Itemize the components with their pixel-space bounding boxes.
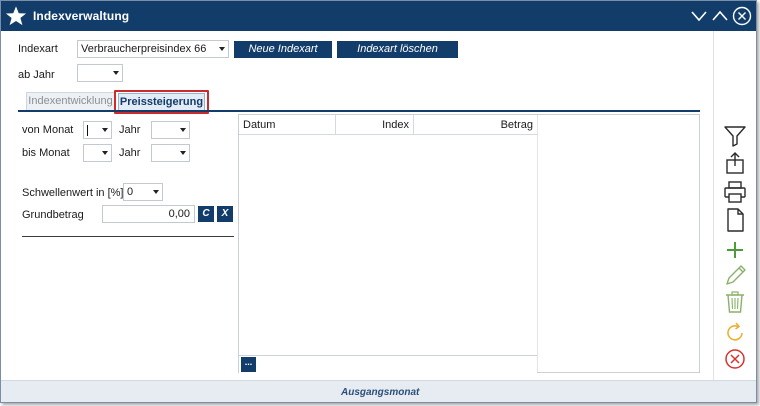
text-cursor (87, 124, 88, 136)
main-content: Indexart Verbraucherpreisindex 66 Neue I… (1, 31, 713, 402)
grid-more-button[interactable]: ... (241, 357, 256, 372)
cancel-icon[interactable] (722, 346, 748, 372)
indexart-select[interactable]: Verbraucherpreisindex 66 (77, 40, 229, 58)
grundbetrag-input[interactable]: 0,00 (102, 205, 195, 223)
data-grid[interactable]: Datum Index Betrag ... (238, 114, 700, 373)
chevron-down-icon[interactable] (689, 6, 709, 26)
caret-down-icon (153, 190, 159, 194)
footer-label: Ausgangsmonat (341, 387, 420, 398)
bis-jahr-label: Jahr (119, 147, 141, 159)
window-title: Indexverwaltung (33, 9, 130, 23)
delete-icon[interactable] (722, 289, 748, 315)
caret-down-icon (102, 151, 108, 155)
caret-down-icon (219, 47, 225, 51)
close-window-icon[interactable] (732, 6, 752, 26)
bis-jahr-select[interactable] (151, 144, 190, 162)
von-jahr-label: Jahr (119, 124, 141, 136)
grid-col-betrag[interactable]: Betrag (414, 115, 537, 135)
tab-divider (18, 110, 700, 112)
caret-down-icon (113, 71, 119, 75)
bis-monat-select[interactable] (83, 144, 112, 162)
von-monat-label: von Monat (22, 124, 74, 136)
new-index-type-button[interactable]: Neue Indexart (234, 41, 332, 58)
grundbetrag-label: Grundbetrag (22, 209, 84, 221)
grid-col-index[interactable]: Index (336, 115, 414, 135)
tab-indexentwicklung[interactable]: Indexentwicklung (26, 92, 115, 111)
add-icon[interactable] (722, 237, 748, 263)
left-panel-divider (22, 236, 234, 237)
print-icon[interactable] (722, 179, 748, 205)
bis-monat-label: bis Monat (22, 147, 70, 159)
schwellenwert-select[interactable]: 0 (123, 183, 163, 201)
ab-jahr-select[interactable] (77, 64, 123, 82)
grid-scroll-divider (537, 115, 538, 372)
right-toolbar (713, 31, 756, 380)
clear-c-button[interactable]: C (198, 206, 214, 222)
index-management-window: Indexverwaltung Indexart Verbraucherprei… (0, 0, 757, 403)
indexart-label: Indexart (18, 43, 58, 55)
schwellenwert-value: 0 (127, 186, 134, 198)
von-monat-select[interactable] (83, 121, 112, 139)
document-icon[interactable] (722, 207, 748, 233)
refresh-icon[interactable] (722, 320, 748, 346)
clear-x-button[interactable]: X (217, 206, 233, 222)
edit-icon[interactable] (722, 263, 748, 289)
caret-down-icon (180, 128, 186, 132)
chevron-up-icon[interactable] (710, 6, 730, 26)
grid-header: Datum Index Betrag (239, 115, 537, 135)
grid-footer-bar: ... (239, 355, 537, 373)
status-footer: Ausgangsmonat (1, 380, 756, 402)
von-jahr-select[interactable] (151, 121, 190, 139)
filter-icon[interactable] (722, 123, 748, 149)
export-icon[interactable] (722, 150, 748, 176)
indexart-select-value: Verbraucherpreisindex 66 (81, 43, 207, 55)
caret-down-icon (102, 128, 108, 132)
star-icon (5, 6, 27, 26)
ab-jahr-label: ab Jahr (18, 69, 55, 81)
title-bar: Indexverwaltung (1, 1, 756, 31)
delete-index-type-button[interactable]: Indexart löschen (337, 41, 458, 58)
schwellenwert-label: Schwellenwert in [%] (22, 187, 124, 199)
grid-col-datum[interactable]: Datum (239, 115, 336, 135)
caret-down-icon (180, 151, 186, 155)
